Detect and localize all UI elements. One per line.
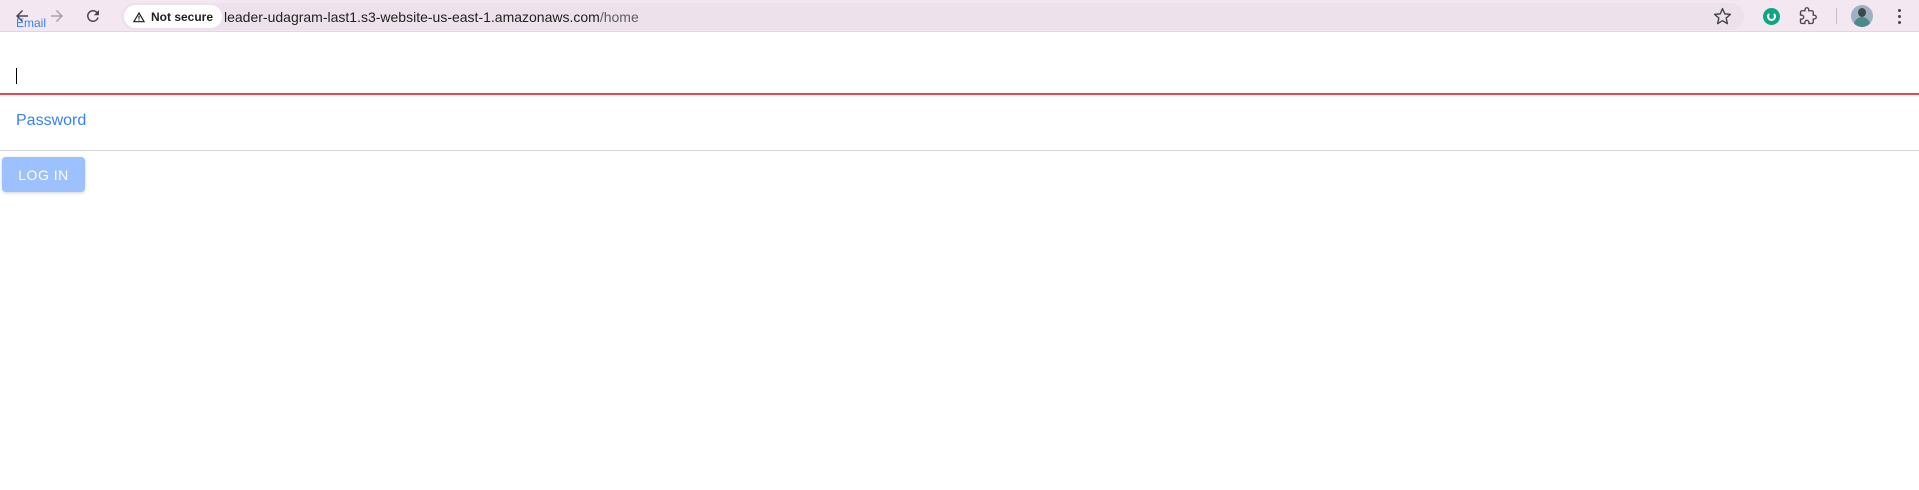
email-label: Email: [16, 16, 47, 30]
email-field-underline: [0, 93, 1919, 95]
extensions-button[interactable]: [1797, 5, 1819, 27]
forward-button[interactable]: [44, 3, 70, 29]
password-field-underline: [0, 150, 1919, 151]
bookmark-star-icon[interactable]: [1713, 7, 1732, 26]
grammarly-icon: [1762, 7, 1780, 25]
profile-avatar-icon[interactable]: [1851, 5, 1873, 27]
kebab-menu-icon[interactable]: [1889, 5, 1909, 27]
extensions-puzzle-icon: [1799, 7, 1817, 25]
url-path: /home: [599, 8, 639, 25]
url-host: leader-udagram-last1.s3-website-us-east-…: [224, 8, 600, 25]
text-caret: [16, 68, 17, 84]
toolbar-divider: [1836, 8, 1837, 24]
login-button[interactable]: LOG IN: [2, 157, 85, 192]
password-field[interactable]: [0, 96, 1919, 150]
address-bar[interactable]: Not secure leader-udagram-last1.s3-websi…: [121, 3, 1744, 30]
reload-button[interactable]: [80, 3, 106, 29]
security-label: Not secure: [151, 9, 214, 24]
url-text[interactable]: leader-udagram-last1.s3-website-us-east-…: [224, 3, 639, 30]
warning-triangle-icon: [132, 11, 146, 22]
forward-arrow-icon: [51, 10, 63, 22]
reload-icon: [87, 10, 99, 22]
grammarly-extension-button[interactable]: [1760, 5, 1782, 27]
email-field[interactable]: [0, 33, 1919, 95]
browser-toolbar: Not secure leader-udagram-last1.s3-websi…: [0, 0, 1919, 32]
password-label: Password: [16, 112, 87, 129]
security-indicator[interactable]: Not secure: [124, 5, 223, 28]
